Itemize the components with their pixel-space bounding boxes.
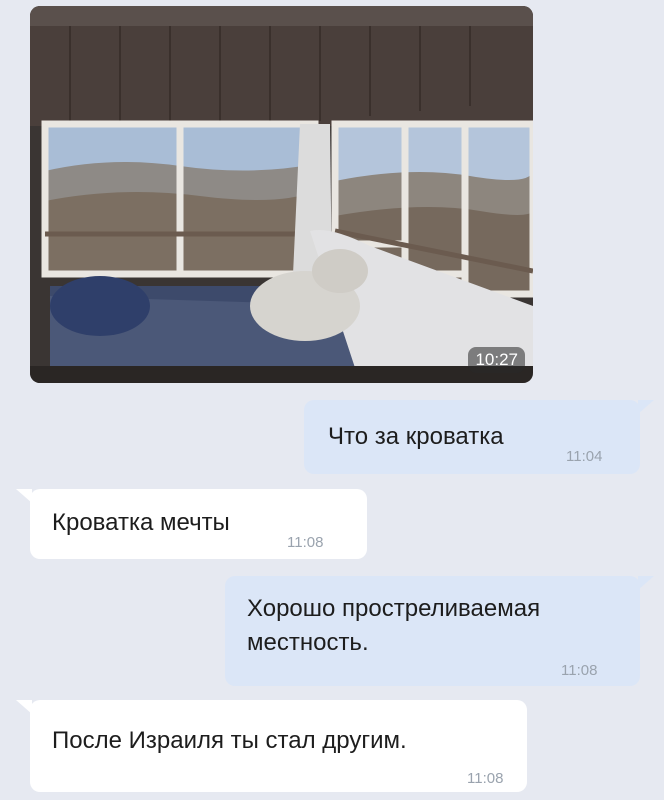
photo-message[interactable]: 10:27 <box>30 6 533 383</box>
message-text: Хорошо простреливаемая местность. <box>247 595 541 656</box>
message-text: Кроватка мечты <box>52 509 230 536</box>
message-bubble-incoming[interactable]: Кроватка мечты 11:08 <box>16 489 367 559</box>
message-text: После Израиля ты стал другим. <box>52 727 407 754</box>
message-text: Что за кроватка <box>328 423 504 450</box>
message-bubble-outgoing[interactable]: Хорошо простреливаемая местность. 11:08 <box>225 576 654 686</box>
message-timestamp: 11:08 <box>287 534 324 551</box>
bubble-tail <box>638 576 654 590</box>
message-bubble-incoming[interactable]: После Израиля ты стал другим. 11:08 <box>16 700 527 792</box>
bubble-tail <box>638 400 654 414</box>
photo-timestamp: 10:27 <box>468 347 525 373</box>
message-timestamp: 11:08 <box>561 662 598 679</box>
message-bubble-outgoing[interactable]: Что за кроватка 11:04 <box>304 400 654 474</box>
message-timestamp: 11:08 <box>467 770 504 787</box>
bubble-tail <box>16 700 32 714</box>
bubble-tail <box>16 489 32 503</box>
room-photo <box>30 6 533 383</box>
message-timestamp: 11:04 <box>566 448 603 465</box>
